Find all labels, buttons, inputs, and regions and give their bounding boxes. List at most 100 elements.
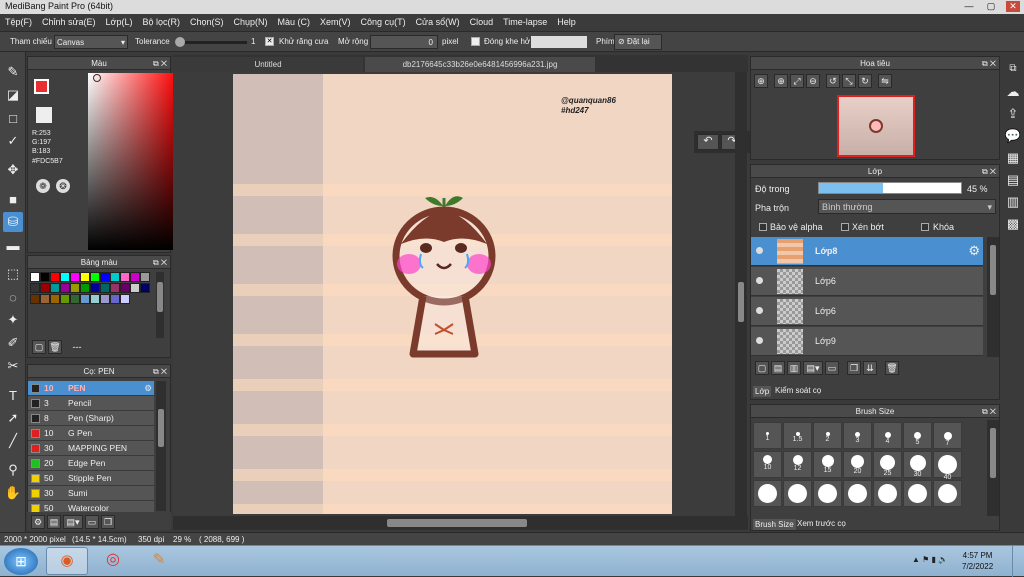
palette-swatch[interactable] xyxy=(50,283,60,293)
menu-item-4[interactable]: Chọn(S) xyxy=(185,14,229,30)
saturation-value-picker[interactable] xyxy=(88,73,178,250)
minimize-button[interactable]: — xyxy=(962,1,976,12)
flip-icon[interactable]: ⇋ xyxy=(878,74,892,88)
medibang-app-icon[interactable]: ◉ xyxy=(46,547,88,575)
clipping-checkbox[interactable] xyxy=(841,223,849,231)
palette-swatch[interactable] xyxy=(120,283,130,293)
menu-item-8[interactable]: Công cụ(T) xyxy=(356,14,411,30)
palette-swatch[interactable] xyxy=(120,272,130,282)
magic-wand-icon[interactable]: ✦ xyxy=(3,310,23,330)
palette-swatch[interactable] xyxy=(40,294,50,304)
eyedropper-icon[interactable]: ⚲ xyxy=(3,460,23,480)
palette-swatch[interactable] xyxy=(30,272,40,282)
brush-size-cell[interactable]: 5 xyxy=(903,422,932,449)
brush-item[interactable]: 30 MAPPING PEN xyxy=(28,441,154,456)
move-tool-icon[interactable]: ✥ xyxy=(3,160,23,180)
artwork-canvas[interactable]: @quanquan86 #hd247 xyxy=(233,74,672,514)
close-gap-checkbox[interactable] xyxy=(471,37,480,46)
palette-swatch[interactable] xyxy=(120,294,130,304)
close-button[interactable]: ✕ xyxy=(1006,1,1020,12)
palette-swatch[interactable] xyxy=(30,283,40,293)
reset-view-icon[interactable]: ⤡ xyxy=(842,74,856,88)
document-icon[interactable]: ▤ xyxy=(1003,170,1023,190)
zoom-in-2-icon[interactable]: ⊕ xyxy=(774,74,788,88)
palette-swatch[interactable] xyxy=(80,294,90,304)
menu-item-7[interactable]: Xem(V) xyxy=(315,14,356,30)
palette-swatch[interactable] xyxy=(100,283,110,293)
palette-swatch[interactable] xyxy=(50,272,60,282)
navigator-preview[interactable] xyxy=(837,95,915,157)
brush-size-cell[interactable]: 2 xyxy=(813,422,842,449)
popout-icon[interactable]: ⧉ ✕ xyxy=(982,57,996,70)
menu-item-12[interactable]: Help xyxy=(552,14,581,30)
palette-scrollbar[interactable] xyxy=(156,272,164,338)
bucket-tool-icon[interactable]: ⛁ xyxy=(3,212,23,232)
antialias-checkbox[interactable]: ✕ xyxy=(265,37,274,46)
reference-select[interactable]: Canvas ▾ xyxy=(54,35,128,49)
text-tool-icon[interactable]: T xyxy=(3,385,23,405)
maximize-button[interactable]: ▢ xyxy=(984,1,998,12)
comment-icon[interactable]: 💬 xyxy=(1003,126,1023,146)
close-gap-input[interactable] xyxy=(531,36,587,48)
palette-swatch[interactable] xyxy=(80,272,90,282)
brush-item[interactable]: 30 Sumi xyxy=(28,486,154,501)
popout-icon[interactable]: ⧉ ✕ xyxy=(153,57,167,70)
palette-swatch[interactable] xyxy=(40,272,50,282)
expand-input[interactable]: 0 xyxy=(370,35,438,49)
canvas-vertical-scrollbar[interactable] xyxy=(735,72,747,516)
tab-untitled[interactable]: Untitled xyxy=(173,57,363,72)
merge-layer-icon[interactable]: ⇊ xyxy=(863,361,877,375)
palette-swatch[interactable] xyxy=(80,283,90,293)
brush-size-cell[interactable] xyxy=(873,480,902,507)
menu-item-6[interactable]: Màu (C) xyxy=(273,14,316,30)
foreground-color-swatch[interactable] xyxy=(34,79,49,94)
popout-icon[interactable]: ⧉ xyxy=(1003,58,1023,78)
select-tool-icon[interactable]: ⬚ xyxy=(3,264,23,284)
brush-size-cell[interactable] xyxy=(783,480,812,507)
brush-size-cell[interactable]: 1.5 xyxy=(783,422,812,449)
palette-swatch[interactable] xyxy=(110,272,120,282)
new-palette-icon[interactable]: ▢ xyxy=(32,340,46,354)
blend-select[interactable]: Bình thường ▾ xyxy=(818,199,996,214)
rotate-left-icon[interactable]: ↺ xyxy=(826,74,840,88)
palette-swatch[interactable] xyxy=(90,283,100,293)
eraser-tool-icon[interactable]: ◪ xyxy=(3,85,23,105)
menu-item-9[interactable]: Cửa sổ(W) xyxy=(411,14,465,30)
menu-item-5[interactable]: Chụp(N) xyxy=(229,14,273,30)
palette-swatch[interactable] xyxy=(130,272,140,282)
palette-swatch[interactable] xyxy=(50,294,60,304)
palette-swatch[interactable] xyxy=(70,294,80,304)
undo-icon[interactable]: ↶ xyxy=(697,134,719,150)
tab-brush-preview[interactable]: Xem trước cọ xyxy=(797,519,846,528)
copy-brush-icon[interactable]: ❐ xyxy=(101,515,115,529)
lasso-tool-icon[interactable]: ◌ xyxy=(3,287,23,307)
layer-scrollbar[interactable] xyxy=(987,237,999,357)
palette-swatch[interactable] xyxy=(60,283,70,293)
visibility-eye-icon[interactable] xyxy=(756,277,763,284)
popout-icon[interactable]: ⧉ ✕ xyxy=(982,405,996,418)
brush-size-cell[interactable]: 3 xyxy=(843,422,872,449)
brush-size-cell[interactable]: 25 xyxy=(873,451,902,478)
brush-item[interactable]: 50 Stipple Pen xyxy=(28,471,154,486)
palette-picker-icon[interactable]: ❂ xyxy=(56,179,70,193)
new-layer-3-icon[interactable]: ▥ xyxy=(787,361,801,375)
tab-image[interactable]: db2176645c33b26e0e6481456996a231.jpg xyxy=(365,57,595,72)
visibility-eye-icon[interactable] xyxy=(756,307,763,314)
menu-item-0[interactable]: Tệp(F) xyxy=(0,14,37,30)
lock-checkbox[interactable] xyxy=(921,223,929,231)
layer-row[interactable]: Lớp6 xyxy=(751,297,983,326)
opacity-slider[interactable] xyxy=(818,182,962,194)
brush-settings-icon[interactable]: ⚙ xyxy=(31,515,45,529)
select-pen-icon[interactable]: ✐ xyxy=(3,333,23,353)
start-button[interactable]: ⊞ xyxy=(4,548,38,575)
protect-alpha-checkbox[interactable] xyxy=(759,223,767,231)
palette-swatch[interactable] xyxy=(100,294,110,304)
new-layer-icon[interactable]: ▢ xyxy=(755,361,769,375)
layer-row[interactable]: Lớp8 ⚙ xyxy=(751,237,983,266)
brush-scrollbar[interactable] xyxy=(156,381,166,511)
cloud-icon[interactable]: ☁ xyxy=(1003,82,1023,102)
menu-item-1[interactable]: Chỉnh sửa(E) xyxy=(37,14,101,30)
palette-swatch[interactable] xyxy=(100,272,110,282)
palette-swatch[interactable] xyxy=(110,294,120,304)
brush-size-cell[interactable] xyxy=(933,480,962,507)
